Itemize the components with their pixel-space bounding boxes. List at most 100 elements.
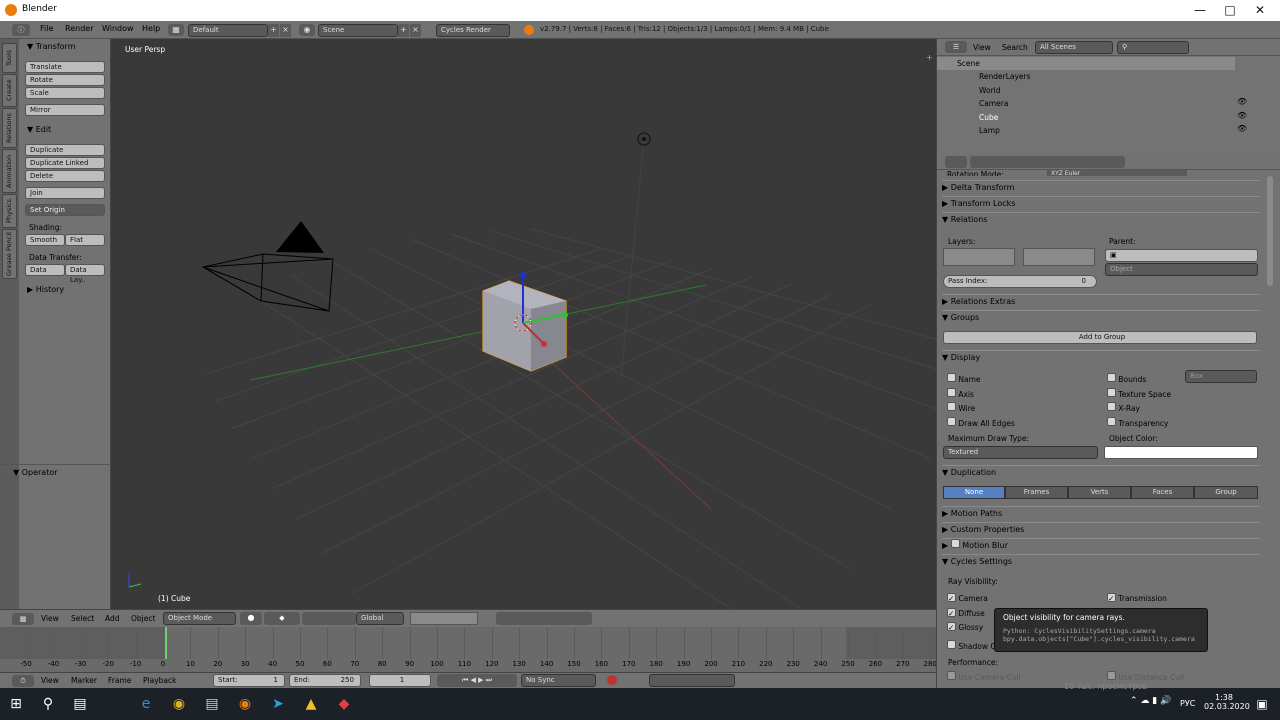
use-camera-cull-checkbox[interactable]: Use Camera Cull: [947, 671, 1021, 682]
layout-add-icon[interactable]: +: [268, 24, 279, 37]
menu-render[interactable]: Render: [65, 24, 93, 33]
notifications-icon[interactable]: ▣: [1246, 688, 1278, 720]
menu-window[interactable]: Window: [102, 24, 134, 33]
translate-button[interactable]: Translate: [25, 61, 105, 73]
diffuse-ray-checkbox[interactable]: ✓ Diffuse: [947, 608, 985, 618]
dup-faces-button[interactable]: Faces: [1131, 486, 1194, 499]
set-origin-dropdown[interactable]: Set Origin: [25, 204, 105, 216]
scene-field[interactable]: Scene: [318, 24, 398, 37]
dup-group-button[interactable]: Group: [1194, 486, 1258, 499]
texture-space-checkbox[interactable]: Texture Space: [1107, 388, 1171, 399]
current-frame-field[interactable]: 1: [369, 674, 431, 687]
tab-relations[interactable]: Relations: [2, 108, 17, 148]
tab-create[interactable]: Create: [2, 74, 17, 107]
playback-controls-icon[interactable]: ⏮ ◀ ▶ ⏭: [437, 674, 517, 687]
snap-tools-icon[interactable]: [496, 612, 592, 625]
media-app-icon[interactable]: ◆: [328, 688, 360, 720]
menu-file[interactable]: File: [40, 24, 53, 33]
camera-ray-checkbox[interactable]: ✓ Camera: [947, 593, 988, 603]
outliner-row-lamp[interactable]: Lamp: [937, 124, 1237, 137]
transparency-checkbox-box[interactable]: [1107, 417, 1116, 426]
language-indicator[interactable]: РУС: [1180, 699, 1195, 708]
duplicate-linked-button[interactable]: Duplicate Linked: [25, 157, 105, 169]
app-triangle-icon[interactable]: ▲: [295, 688, 327, 720]
orientation-select[interactable]: Global: [356, 612, 404, 625]
transmission-ray-box[interactable]: ✓: [1107, 593, 1116, 603]
draw-all-edges-checkbox[interactable]: Draw All Edges: [947, 417, 1015, 428]
delta-transform-panel[interactable]: ▶ Delta Transform: [942, 180, 1260, 194]
layers-grid-right[interactable]: [1023, 248, 1095, 266]
outliner-search-input[interactable]: ⚲: [1117, 41, 1189, 54]
timeline-menu-playback[interactable]: Playback: [143, 676, 176, 685]
max-draw-type-select[interactable]: Textured: [943, 446, 1098, 459]
timeline-menu-marker[interactable]: Marker: [71, 676, 97, 685]
transmission-ray-checkbox[interactable]: ✓ Transmission: [1107, 593, 1167, 603]
minimize-button[interactable]: —: [1185, 0, 1215, 21]
tab-animation[interactable]: Animation: [2, 149, 17, 193]
xray-checkbox[interactable]: X-Ray: [1107, 402, 1140, 413]
cube-visibility-eye-icon[interactable]: 👁: [1237, 111, 1247, 120]
menu-help[interactable]: Help: [142, 24, 160, 33]
file-explorer-icon[interactable]: ▤: [196, 688, 228, 720]
manipulator-toggle-icon[interactable]: [302, 612, 356, 625]
shading-select-icon[interactable]: ●: [240, 612, 262, 625]
editor-type-icon[interactable]: ▩: [12, 613, 34, 625]
diffuse-ray-box[interactable]: ✓: [947, 608, 956, 618]
properties-editor-type-icon[interactable]: [945, 156, 967, 168]
end-frame-field[interactable]: End: 250: [289, 674, 361, 687]
relations-panel[interactable]: ▼ Relations: [942, 212, 1260, 226]
viewport-region-toggle-icon[interactable]: +: [926, 53, 933, 62]
smooth-button[interactable]: Smooth: [25, 234, 65, 246]
delete-button[interactable]: Delete: [25, 170, 105, 182]
record-icon[interactable]: [607, 675, 617, 685]
rotate-button[interactable]: Rotate: [25, 74, 105, 86]
lamp-visibility-eye-icon[interactable]: 👁: [1237, 124, 1247, 133]
name-checkbox-box[interactable]: [947, 373, 956, 382]
edit-panel-header[interactable]: ▼ Edit: [27, 125, 51, 134]
wire-checkbox-box[interactable]: [947, 402, 956, 411]
telegram-icon[interactable]: ➤: [262, 688, 294, 720]
sync-mode-select[interactable]: No Sync: [521, 674, 596, 687]
xray-checkbox-box[interactable]: [1107, 402, 1116, 411]
transform-panel-header[interactable]: ▼ Transform: [27, 42, 76, 51]
clock[interactable]: 1:38 02.03.2020: [1204, 693, 1250, 711]
timeline-editor[interactable]: -50 -40 -30 -20 -10 0 10 20 30 40 50 60 70 80 90 100 110…: [0, 627, 937, 672]
duplicate-button[interactable]: Duplicate: [25, 144, 105, 156]
3d-viewport[interactable]: User Persp (1) Cube +: [111, 39, 936, 609]
dup-frames-button[interactable]: Frames: [1005, 486, 1068, 499]
layout-field[interactable]: Default: [188, 24, 268, 37]
current-frame-marker[interactable]: [165, 627, 167, 659]
edge-browser-icon[interactable]: e: [130, 688, 162, 720]
start-frame-field[interactable]: Start: 1: [213, 674, 285, 687]
transparency-checkbox[interactable]: Transparency: [1107, 417, 1168, 428]
pass-index-field[interactable]: Pass Index: 0: [943, 275, 1097, 288]
motion-blur-checkbox[interactable]: [950, 539, 960, 548]
windows-start-icon[interactable]: ⊞: [0, 688, 32, 720]
display-mode-select[interactable]: All Scenes: [1035, 41, 1113, 54]
outliner-row-renderlayers[interactable]: RenderLayers: [937, 70, 1237, 83]
scene-add-icon[interactable]: +: [398, 24, 409, 37]
dup-verts-button[interactable]: Verts: [1068, 486, 1131, 499]
groups-panel[interactable]: ▼ Groups: [942, 310, 1260, 324]
use-distance-cull-box[interactable]: [1107, 671, 1116, 680]
timeline-menu-frame[interactable]: Frame: [108, 676, 131, 685]
close-button[interactable]: ✕: [1245, 0, 1275, 21]
use-camera-cull-box[interactable]: [947, 671, 956, 680]
menu-view[interactable]: View: [41, 614, 59, 623]
camera-visibility-eye-icon[interactable]: 👁: [1237, 97, 1247, 106]
glossy-ray-box[interactable]: ✓: [947, 622, 956, 632]
data-layout-button[interactable]: Data Lay..: [65, 264, 105, 284]
bounds-checkbox[interactable]: Bounds: [1107, 373, 1146, 384]
custom-properties-panel[interactable]: ▶ Custom Properties: [942, 522, 1260, 536]
texture-space-box[interactable]: [1107, 388, 1116, 397]
bounds-type-select[interactable]: Box: [1185, 370, 1257, 383]
motion-blur-panel[interactable]: ▶ Motion Blur: [942, 538, 1260, 552]
use-distance-cull-checkbox[interactable]: Use Distance Cull: [1107, 671, 1184, 682]
keying-set-field[interactable]: [649, 674, 735, 687]
transform-locks-panel[interactable]: ▶ Transform Locks: [942, 196, 1260, 210]
bounds-checkbox-box[interactable]: [1107, 373, 1116, 382]
motion-paths-panel[interactable]: ▶ Motion Paths: [942, 506, 1260, 520]
duplication-panel[interactable]: ▼ Duplication: [942, 465, 1260, 479]
relations-extras-panel[interactable]: ▶ Relations Extras: [942, 294, 1260, 308]
menu-select[interactable]: Select: [71, 614, 94, 623]
